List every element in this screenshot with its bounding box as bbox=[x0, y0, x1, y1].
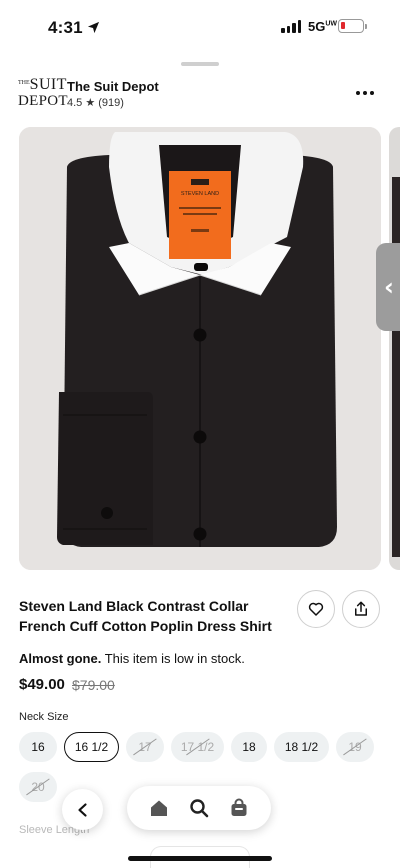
signal-icon bbox=[281, 20, 301, 33]
more-dot-icon bbox=[370, 91, 374, 95]
more-dot-icon bbox=[356, 91, 360, 95]
more-dot-icon bbox=[363, 91, 367, 95]
home-icon bbox=[151, 800, 167, 816]
neck-size-label: Neck Size bbox=[19, 711, 69, 723]
back-chevron-icon bbox=[77, 802, 87, 817]
size-option-18-1-2[interactable]: 18 1/2 bbox=[274, 732, 329, 762]
chevron-left-icon: ‹ bbox=[384, 273, 394, 301]
product-title: Steven Land Black Contrast Collar French… bbox=[19, 598, 272, 634]
size-option-16-1-2[interactable]: 16 1/2 bbox=[64, 732, 119, 762]
compare-at-price: $79.00 bbox=[72, 677, 115, 693]
status-time: 4:31 bbox=[48, 18, 83, 37]
search-nav-button[interactable] bbox=[184, 793, 214, 823]
status-bar: 4:31 5GUW bbox=[0, 0, 400, 56]
search-icon bbox=[190, 799, 209, 818]
stock-status: Almost gone. This item is low in stock. bbox=[19, 651, 245, 666]
store-name[interactable]: The Suit Depot bbox=[67, 79, 159, 94]
bottom-nav bbox=[127, 786, 271, 830]
shop-nav-button[interactable] bbox=[224, 793, 254, 823]
size-option-16[interactable]: 16 bbox=[19, 732, 57, 762]
price: $49.00 bbox=[19, 676, 65, 693]
back-button[interactable] bbox=[62, 789, 103, 830]
gallery-collapse-handle[interactable]: ‹ bbox=[376, 243, 400, 331]
home-indicator[interactable] bbox=[128, 856, 272, 861]
label-brand-text: STEVEN LAND bbox=[181, 191, 219, 197]
network-indicator: 5GUW bbox=[308, 19, 338, 34]
size-option-17-1-2[interactable]: 17 1/2 bbox=[171, 732, 224, 762]
battery-low-icon bbox=[338, 19, 367, 33]
sheet-grabber[interactable] bbox=[181, 62, 219, 66]
next-image-peek[interactable] bbox=[389, 127, 400, 570]
size-option-19[interactable]: 19 bbox=[336, 732, 374, 762]
product-image[interactable]: STEVEN LAND bbox=[19, 127, 381, 570]
size-option-20[interactable]: 20 bbox=[19, 772, 57, 802]
shop-bag-icon bbox=[231, 798, 247, 816]
store-rating: 4.5 ★ (919) bbox=[67, 97, 124, 109]
size-option-18[interactable]: 18 bbox=[231, 732, 267, 762]
heart-icon bbox=[308, 602, 324, 616]
more-options-button[interactable] bbox=[354, 84, 376, 102]
share-icon bbox=[355, 601, 367, 616]
favorite-button[interactable] bbox=[297, 590, 335, 628]
location-arrow-icon bbox=[87, 21, 100, 34]
home-nav-button[interactable] bbox=[144, 793, 174, 823]
store-logo[interactable]: THESUIT DEPOT bbox=[18, 77, 68, 110]
size-option-17[interactable]: 17 bbox=[126, 732, 164, 762]
share-button[interactable] bbox=[342, 590, 380, 628]
